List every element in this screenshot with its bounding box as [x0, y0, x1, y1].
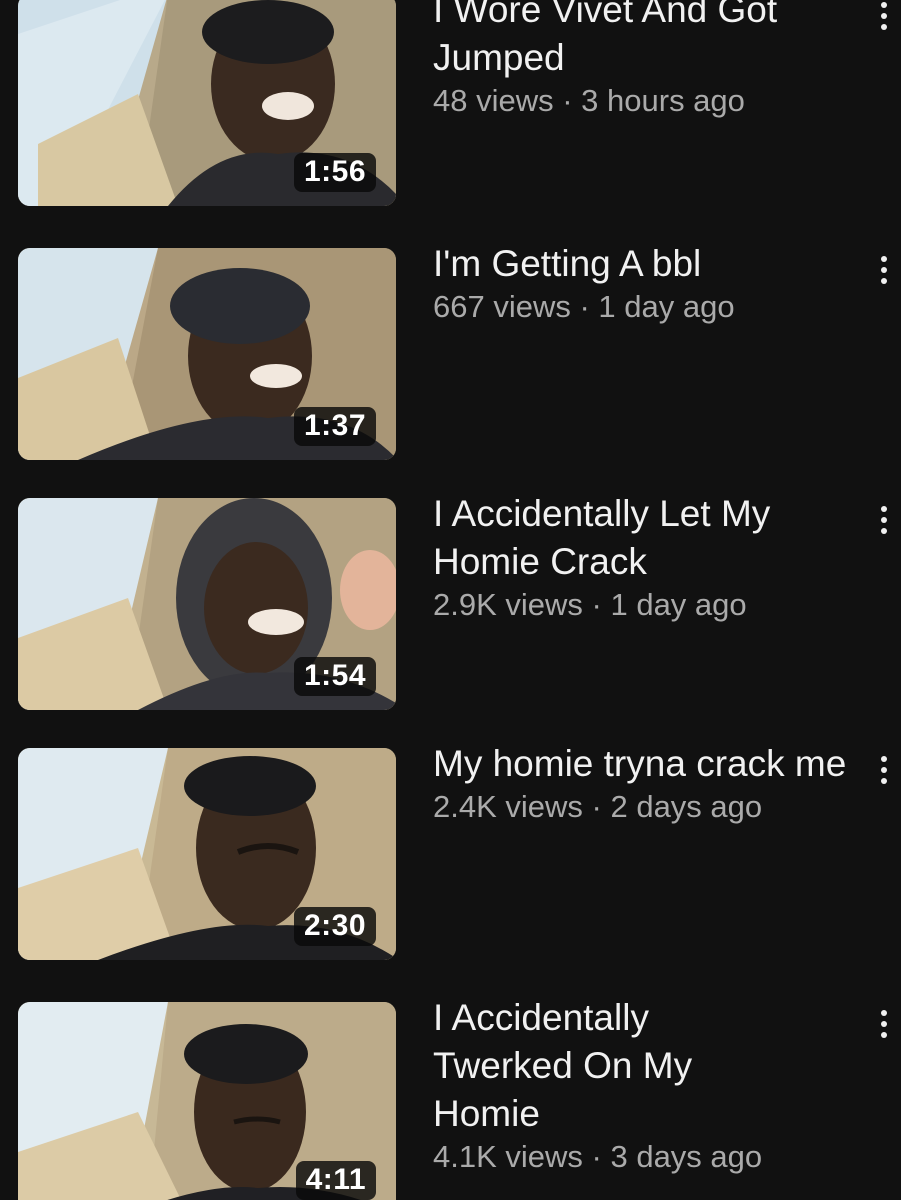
video-title[interactable]: I Accidentally Let My Homie Crack	[433, 490, 853, 586]
video-stats: 4.1K views · 3 days ago	[433, 1138, 853, 1176]
video-stats: 48 views · 3 hours ago	[433, 82, 853, 120]
stats-separator: ·	[582, 789, 611, 824]
more-vert-icon[interactable]	[875, 750, 893, 790]
video-stats: 2.4K views · 2 days ago	[433, 788, 853, 826]
video-title[interactable]: I Wore Vivet And Got Jumped	[433, 0, 853, 82]
stats-separator: ·	[582, 1139, 611, 1174]
video-item[interactable]: 4:11 I Accidentally Twerked On My Homie …	[0, 997, 901, 1200]
video-age: 3 hours ago	[581, 83, 745, 118]
video-views: 4.1K views	[433, 1139, 583, 1174]
video-age: 1 day ago	[598, 289, 735, 324]
video-thumbnail[interactable]: 1:37	[18, 248, 396, 460]
video-views: 2.4K views	[433, 789, 583, 824]
video-thumbnail[interactable]: 4:11	[18, 1002, 396, 1200]
video-title[interactable]: I'm Getting A bbl	[433, 240, 853, 288]
video-meta: I Accidentally Twerked On My Homie 4.1K …	[433, 997, 853, 1176]
video-stats: 667 views · 1 day ago	[433, 288, 853, 326]
video-item[interactable]: 1:37 I'm Getting A bbl 667 views · 1 day…	[0, 243, 901, 462]
more-vert-icon[interactable]	[875, 500, 893, 540]
video-thumbnail[interactable]: 1:56	[18, 0, 396, 206]
video-item[interactable]: 1:56 I Wore Vivet And Got Jumped 48 view…	[0, 0, 901, 208]
video-thumbnail[interactable]: 2:30	[18, 748, 396, 960]
video-duration: 1:37	[293, 407, 376, 446]
video-title[interactable]: I Accidentally Twerked On My Homie	[433, 994, 763, 1138]
more-vert-icon[interactable]	[875, 1004, 893, 1044]
video-meta: I'm Getting A bbl 667 views · 1 day ago	[433, 243, 853, 326]
video-duration: 1:56	[293, 153, 376, 192]
more-vert-icon[interactable]	[875, 0, 893, 36]
stats-separator: ·	[582, 587, 611, 622]
video-duration: 1:54	[293, 657, 376, 696]
stats-separator: ·	[553, 83, 582, 118]
video-duration: 2:30	[293, 907, 376, 946]
video-meta: I Accidentally Let My Homie Crack 2.9K v…	[433, 493, 853, 624]
more-vert-icon[interactable]	[875, 250, 893, 290]
video-views: 667 views	[433, 289, 571, 324]
video-age: 1 day ago	[610, 587, 747, 622]
video-feed: 1:56 I Wore Vivet And Got Jumped 48 view…	[0, 0, 901, 1200]
video-title[interactable]: My homie tryna crack me	[433, 740, 853, 788]
video-thumbnail[interactable]: 1:54	[18, 498, 396, 710]
video-item[interactable]: 2:30 My homie tryna crack me 2.4K views …	[0, 743, 901, 962]
video-stats: 2.9K views · 1 day ago	[433, 586, 853, 624]
video-meta: My homie tryna crack me 2.4K views · 2 d…	[433, 743, 853, 826]
video-views: 48 views	[433, 83, 554, 118]
stats-separator: ·	[570, 289, 599, 324]
video-meta: I Wore Vivet And Got Jumped 48 views · 3…	[433, 0, 853, 120]
video-views: 2.9K views	[433, 587, 583, 622]
video-item[interactable]: 1:54 I Accidentally Let My Homie Crack 2…	[0, 493, 901, 712]
video-age: 3 days ago	[610, 1139, 763, 1174]
video-age: 2 days ago	[610, 789, 763, 824]
video-duration: 4:11	[295, 1161, 376, 1200]
